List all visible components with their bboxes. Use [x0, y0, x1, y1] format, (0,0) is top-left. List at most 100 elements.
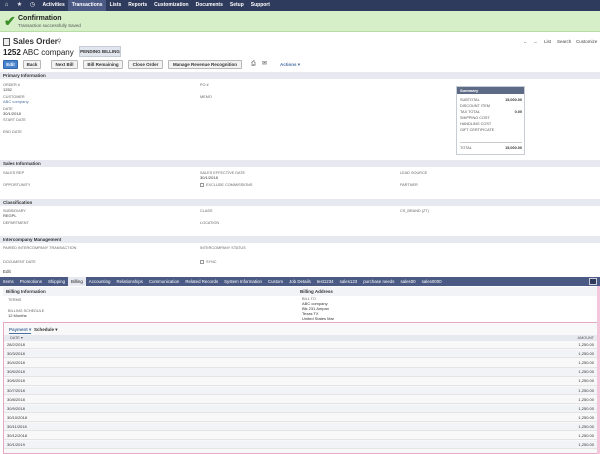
summary-total-row: TOTAL 15,000.00 — [460, 146, 522, 150]
search-link[interactable]: Search — [557, 39, 571, 44]
actions-menu[interactable]: Actions ▾ — [280, 60, 300, 69]
recent-icon[interactable]: ◷ — [26, 0, 39, 11]
nav-support[interactable]: Support — [247, 0, 273, 11]
schedule-row[interactable]: 30/3/2018 1,250.00 — [4, 350, 598, 359]
home-icon[interactable]: ⌂ — [0, 0, 13, 11]
subtab-custom[interactable]: Custom — [265, 277, 286, 286]
schedule-row[interactable]: 30/11/2018 1,250.00 — [4, 422, 598, 432]
subtab-promotions[interactable]: Promotions — [17, 277, 45, 286]
schedule-amount: 1,250.00 — [578, 442, 594, 448]
nav-transactions[interactable]: Transactions — [68, 0, 107, 11]
sync-checkbox[interactable] — [200, 259, 204, 264]
classification-section-header[interactable]: Classification — [0, 199, 600, 206]
schedule-amount: 1,250.00 — [578, 378, 594, 384]
nav-reports[interactable]: Reports — [125, 0, 151, 11]
bill-to-line: United States Mar — [302, 316, 335, 321]
subtab-related-records[interactable]: Related Records — [182, 277, 221, 286]
subtab-expand-icon[interactable] — [589, 278, 597, 285]
subtab-items[interactable]: Items — [0, 277, 17, 286]
subtab-shipping[interactable]: Shipping — [45, 277, 68, 286]
summary-row: TAX TOTAL 0.00 — [460, 110, 522, 114]
schedule-amount: 1,250.00 — [578, 387, 594, 393]
search-icon[interactable]: ⚲ — [57, 38, 61, 45]
back-button[interactable]: Back — [23, 60, 41, 69]
customize-link[interactable]: Customize — [576, 39, 597, 44]
primary-info-section-header[interactable]: Primary Information — [0, 72, 600, 79]
payment-tab[interactable]: Payment ▾ — [9, 327, 32, 334]
end-date-label: END DATE — [3, 130, 22, 134]
back-arrow-icon[interactable]: ← — [523, 39, 528, 44]
intercompany-status-label: INTERCOMPANY STATUS — [200, 246, 246, 250]
order-number-value: 1252 — [3, 87, 12, 92]
confirmation-banner: ✔ Confirmation Transaction successfully … — [0, 11, 600, 32]
schedule-row[interactable]: 30/10/2018 1,250.00 — [4, 414, 598, 423]
subtab-relationships[interactable]: Relationships — [114, 277, 146, 286]
subtab-test1234[interactable]: test1234 — [314, 277, 337, 286]
subtab-billing[interactable]: Billing — [68, 277, 86, 286]
schedule-row[interactable]: 30/4/2018 1,250.00 — [4, 359, 598, 368]
nav-activities[interactable]: Activities — [39, 0, 68, 11]
schedule-row[interactable]: 30/1/2019 1,250.00 — [4, 441, 598, 450]
print-icon[interactable]: ⎙ — [251, 60, 256, 69]
star-icon[interactable]: ★ — [13, 0, 26, 11]
subsidiary-value: REGPL — [3, 213, 17, 218]
nav-lists[interactable]: Lists — [106, 0, 125, 11]
subtab-purchase-needs[interactable]: purchase needs — [360, 277, 397, 286]
nav-documents[interactable]: Documents — [192, 0, 226, 11]
nav-customization[interactable]: Customization — [151, 0, 192, 11]
partner-label: PARTNER — [400, 183, 418, 187]
exclude-commissions-checkbox[interactable] — [200, 182, 204, 187]
schedule-date: 30/4/2018 — [7, 360, 25, 366]
subtab-sales0000[interactable]: sales0000 — [419, 277, 445, 286]
sales-info-section-header[interactable]: Sales Information — [0, 160, 600, 167]
subtab-system-information[interactable]: System Information — [221, 277, 265, 286]
bill-remaining-button[interactable]: Bill Remaining — [83, 60, 123, 69]
schedule-row[interactable]: 30/8/2018 1,250.00 — [4, 396, 598, 404]
summary-title: Summary — [457, 87, 524, 94]
customer-link[interactable]: ABC company — [3, 99, 29, 104]
schedule-amount: 1,250.00 — [578, 351, 594, 357]
subtab-job-details[interactable]: Job Details — [286, 277, 314, 286]
billing-info-title: Billing Information — [6, 289, 46, 294]
top-navigation: ⌂ ★ ◷ Activities Transactions Lists Repo… — [0, 0, 600, 11]
schedule-row[interactable]: 30/9/2018 1,250.00 — [4, 404, 598, 414]
exclude-commissions-label: EXCLUDE COMMISSIONS — [206, 183, 253, 187]
sync-label: SYNC — [206, 260, 217, 264]
list-link[interactable]: List — [544, 39, 551, 44]
subtab-sales123[interactable]: sales123 — [337, 277, 361, 286]
cs-brand-label: CS_BRAND (ZT) — [400, 209, 429, 213]
intercompany-section-header[interactable]: Intercompany Management — [0, 236, 600, 243]
subtab-communication[interactable]: Communication — [146, 277, 183, 286]
class-label: CLASS — [200, 209, 213, 213]
forward-arrow-icon[interactable]: → — [533, 39, 538, 44]
summary-row: DISCOUNT ITEM — [460, 104, 490, 108]
schedule-tab[interactable]: Schedule ▾ — [34, 327, 58, 333]
schedule-row[interactable]: 28/2/2018 1,250.00 — [4, 341, 598, 350]
schedule-amount: 1,250.00 — [578, 405, 594, 411]
schedule-date: 30/3/2018 — [7, 351, 25, 357]
schedule-amount: 1,250.00 — [578, 342, 594, 347]
close-order-button[interactable]: Close Order — [128, 60, 163, 69]
edit-button[interactable]: Edit — [3, 60, 18, 69]
schedule-row[interactable]: 30/6/2018 1,250.00 — [4, 377, 598, 386]
lead-source-label: LEAD SOURCE — [400, 171, 428, 175]
nav-setup[interactable]: Setup — [226, 0, 247, 11]
subtab-sales00[interactable]: sales00 — [397, 277, 418, 286]
subtab-accounting[interactable]: Accounting — [86, 277, 114, 286]
record-title: 1252 ABC company — [3, 48, 74, 57]
edit-link[interactable]: Edit — [3, 269, 11, 274]
paired-transaction-label: PAIRED INTERCOMPANY TRANSACTION — [3, 246, 77, 250]
schedule-row[interactable]: 30/7/2018 1,250.00 — [4, 386, 598, 395]
summary-row: SHIPPING COST — [460, 116, 490, 120]
manage-revenue-button[interactable]: Manage Revenue Recognition — [168, 60, 242, 69]
location-label: LOCATION — [200, 221, 220, 225]
schedule-amount: 1,250.00 — [578, 396, 594, 402]
schedule-row[interactable]: 30/5/2018 1,250.00 — [4, 368, 598, 377]
schedule-row[interactable]: 30/12/2018 1,250.00 — [4, 432, 598, 441]
next-bill-button[interactable]: Next Bill — [51, 60, 78, 69]
email-icon[interactable]: ✉ — [262, 60, 267, 69]
schedule-date: 30/5/2018 — [7, 369, 25, 375]
schedule-amount: 1,250.00 — [578, 369, 594, 375]
order-number: 1252 — [3, 48, 21, 57]
schedule-date: 30/1/2019 — [7, 442, 25, 448]
